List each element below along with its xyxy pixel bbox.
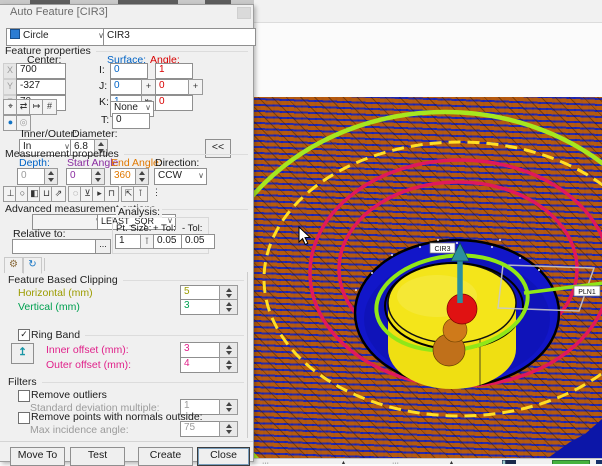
remove-outliers-label: Remove outliers — [31, 390, 107, 401]
angle-1-input[interactable]: 1 — [155, 63, 193, 79]
remove-normals-label: Remove points with normals outside: — [31, 412, 203, 423]
max-incidence-spinner[interactable] — [219, 421, 238, 437]
ring-band-checkbox[interactable]: ✓ — [18, 329, 30, 341]
graphics-window-blank — [254, 23, 602, 97]
pt-size-label: Pt. Size: — [116, 223, 151, 234]
t-input[interactable]: 0 — [112, 113, 150, 129]
status-dots-icon[interactable]: ··· — [262, 460, 269, 464]
auto-feature-dialog: Auto Feature [CIR3] Circle∨ CIR3 Feature… — [0, 4, 254, 462]
start-angle-spinner[interactable] — [91, 168, 105, 185]
std-deviation-spinner[interactable] — [219, 399, 238, 415]
test-button[interactable]: Test — [70, 447, 125, 466]
surface-vector-flip-button[interactable]: + — [141, 79, 156, 95]
relative-to-input[interactable] — [12, 239, 97, 254]
minus-tol-label: - Tol: — [182, 223, 202, 234]
tab-probe-toggles[interactable]: ⚙ — [4, 257, 23, 273]
horizontal-clip-label: Horizontal (mm) — [18, 288, 93, 299]
status-go-button[interactable] — [552, 460, 590, 464]
depth-spinner[interactable] — [44, 168, 58, 185]
feature-graphics-overlay: CIR3 PLN1 — [252, 97, 602, 458]
dialog-title: Auto Feature [CIR3] — [10, 6, 108, 18]
feature-type-select[interactable]: Circle∨ — [6, 28, 107, 46]
status-triangle-icon[interactable]: ▲ — [340, 460, 347, 464]
analysis-label: Analysis: — [116, 207, 162, 218]
center-x-input[interactable]: 700 — [16, 63, 66, 79]
status-rotate-icon[interactable] — [596, 460, 602, 464]
minus-tol-input[interactable]: 0.05 — [181, 234, 215, 249]
tab-scan-properties[interactable]: ↻ — [23, 257, 42, 274]
ring-band-section: Ring Band — [31, 329, 244, 341]
outer-offset-label: Outer offset (mm): — [46, 360, 131, 371]
status-dots-icon[interactable]: ··· — [392, 460, 399, 464]
tolerance-icon-button[interactable]: ⊺ — [140, 234, 154, 249]
path-icon-5[interactable]: ⇗ — [51, 186, 66, 202]
pln1-feature-label[interactable]: PLN1 — [574, 286, 600, 296]
direction-select[interactable]: CCW∨ — [154, 168, 207, 185]
screen: { "window": { "title": "Auto Feature [CI… — [0, 0, 602, 464]
k-label: K: — [99, 97, 109, 108]
angle-vector-flip-button[interactable]: + — [188, 79, 203, 95]
status-probe-icon[interactable]: ▮ — [502, 460, 516, 464]
remove-outliers-checkbox[interactable] — [18, 390, 30, 402]
x-axis-chip: X — [3, 63, 17, 79]
surface-i-input[interactable]: 0 — [110, 63, 148, 79]
button-separator — [0, 441, 253, 442]
grid-snap-icon[interactable]: # — [42, 99, 57, 115]
status-bar: ··· ▲ ··· ▲ ▮ — [252, 458, 602, 464]
circle-type-icon — [10, 29, 20, 39]
path-icon-12[interactable]: ⋮ — [150, 186, 163, 200]
create-button[interactable]: Create — [138, 447, 193, 466]
t-label: T: — [101, 115, 109, 126]
j-label: J: — [99, 81, 107, 92]
tab-divider — [44, 258, 45, 271]
up-arrow-icon: ↥ — [18, 346, 27, 358]
plus-tol-label: + Tol: — [153, 223, 176, 234]
refresh-icon: ↻ — [28, 259, 36, 270]
outer-offset-spinner[interactable] — [219, 357, 238, 373]
close-button[interactable]: Close — [197, 447, 250, 466]
center-y-input[interactable]: -327 — [16, 79, 66, 95]
inner-offset-label: Inner offset (mm): — [46, 345, 129, 356]
svg-text:PLN1: PLN1 — [578, 289, 596, 296]
filters-section: Filters — [8, 376, 244, 388]
cir3-feature-label[interactable]: CIR3 — [430, 243, 455, 253]
wrench-icon: ⚙ — [9, 259, 18, 270]
svg-text:CIR3: CIR3 — [435, 246, 451, 253]
end-angle-spinner[interactable] — [135, 168, 149, 185]
feature-name-input[interactable]: CIR3 — [103, 28, 256, 46]
graphics-3d-view[interactable]: CIR3 PLN1 — [252, 97, 602, 458]
status-lock-icon[interactable]: ▲ — [448, 460, 455, 464]
i-label: I: — [99, 65, 105, 76]
app-toolbar-strip — [254, 0, 602, 23]
y-axis-chip: Y — [3, 79, 17, 95]
angle-3-input[interactable]: 0 — [155, 95, 193, 111]
vertical-clip-spinner[interactable] — [219, 299, 238, 315]
cad-surface-corner — [548, 419, 602, 458]
remove-normals-checkbox[interactable] — [18, 412, 30, 424]
path-icon-11[interactable]: ⊺ — [133, 186, 148, 202]
move-to-button[interactable]: Move To — [10, 447, 65, 466]
mouse-cursor — [298, 226, 312, 246]
tab-page-border — [247, 272, 248, 438]
dialog-help-button[interactable] — [237, 7, 251, 19]
inner-offset-spinner[interactable] — [219, 342, 238, 358]
ring-band-direction-button[interactable]: ↥ — [11, 343, 34, 364]
max-incidence-label: Max incidence angle: — [30, 425, 129, 436]
vertical-clip-label: Vertical (mm) — [18, 302, 80, 313]
path-icon-9[interactable]: ⊓ — [104, 186, 119, 202]
relative-browse-button[interactable]: ... — [95, 239, 111, 254]
